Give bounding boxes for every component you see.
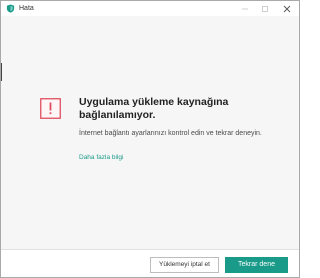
dialog-footer: Yüklemeyi iptal et Tekrar dene: [1, 249, 299, 277]
window-edge-artifact: [1, 63, 2, 81]
maximize-icon: [262, 5, 268, 12]
dialog-content: Uygulama yükleme kaynağına bağlanılamıyo…: [1, 16, 299, 249]
close-button[interactable]: [279, 1, 295, 16]
minimize-button[interactable]: [237, 1, 253, 16]
error-heading: Uygulama yükleme kaynağına bağlanılamıyo…: [79, 96, 229, 121]
retry-button[interactable]: Tekrar dene: [225, 257, 288, 273]
warning-exclamation-icon: [40, 98, 61, 119]
cancel-installation-button[interactable]: Yüklemeyi iptal et: [150, 257, 219, 273]
minimize-icon: [242, 8, 248, 9]
error-dialog-window: Hata Uygulama yükleme kaynağına bağlanıl…: [0, 0, 300, 278]
close-icon: [283, 5, 291, 12]
kaspersky-shield-icon: [6, 4, 15, 13]
more-info-link[interactable]: Daha fazla bilgi: [79, 153, 123, 162]
title-bar[interactable]: Hata: [1, 1, 299, 16]
window-title: Hata: [19, 5, 34, 12]
error-description: İnternet bağlantı ayarlarınızı kontrol e…: [79, 130, 262, 137]
maximize-button[interactable]: [257, 1, 273, 16]
